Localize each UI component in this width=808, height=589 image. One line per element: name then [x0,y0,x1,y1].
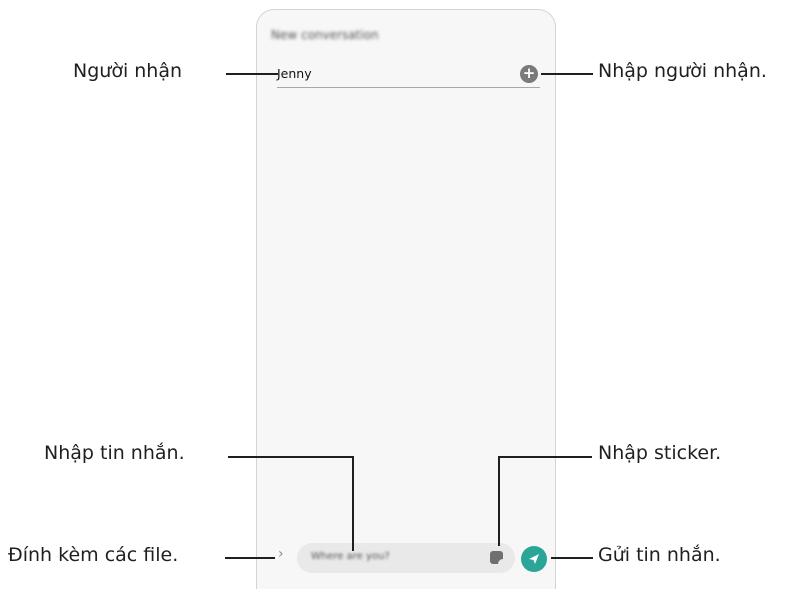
send-button[interactable] [521,546,547,572]
callout-line-recipient [226,73,278,75]
message-text: Where are you? [311,551,390,562]
attach-arrow-icon[interactable]: › [278,546,284,562]
sticker-icon[interactable] [490,551,503,564]
callout-line-send-message [551,557,593,559]
recipient-field[interactable]: Jenny [277,66,312,81]
phone-screen: New conversation Jenny + › Where are you… [256,9,556,589]
callout-line-enter-message-v [352,456,354,551]
recipient-underline [277,87,540,88]
callout-line-enter-message-h [228,456,354,458]
callout-attach-files: Đính kèm các file. [8,544,179,566]
callout-line-enter-sticker-v [498,456,500,546]
callout-enter-message: Nhập tin nhắn. [44,442,185,464]
conversation-title: New conversation [271,28,379,42]
callout-line-enter-sticker-h [498,456,592,458]
send-icon [529,554,539,564]
callout-enter-sticker: Nhập sticker. [598,442,722,464]
callout-line-enter-recipient [541,73,593,75]
add-recipient-icon[interactable]: + [520,65,538,83]
message-input[interactable]: Where are you? [297,543,515,573]
callout-line-attach-files [225,557,275,559]
callout-send-message: Gửi tin nhắn. [598,544,721,566]
callout-recipient: Người nhận [73,60,183,82]
callout-enter-recipient: Nhập người nhận. [598,60,767,82]
